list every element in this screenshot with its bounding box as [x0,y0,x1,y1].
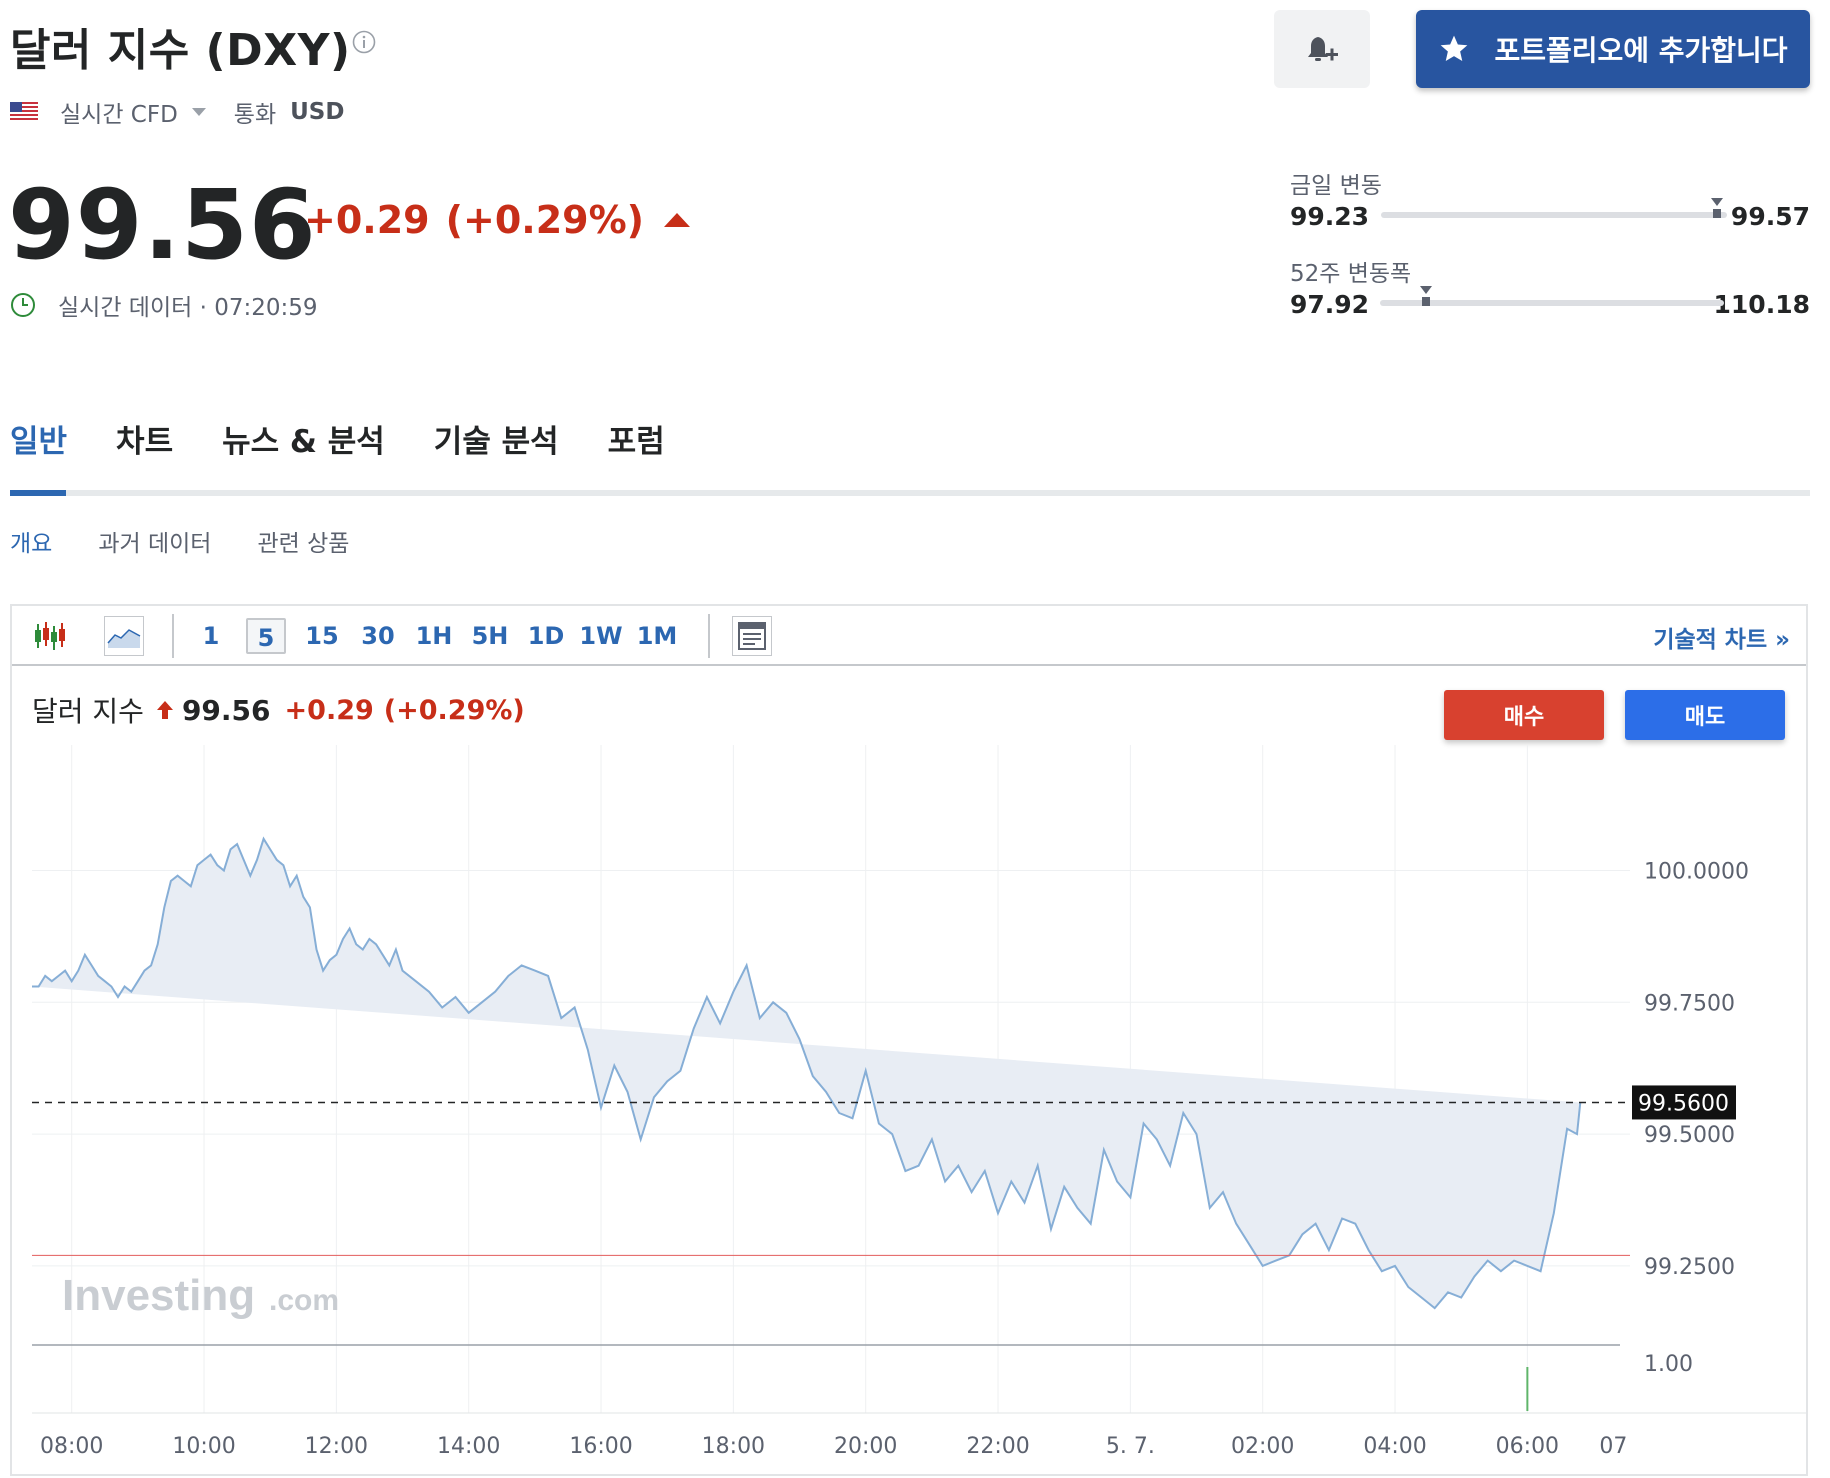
x-tick-label: 5. 7. [1106,1434,1155,1459]
change-value: +0.29 [304,198,430,242]
week52-range-low: 97.92 [1290,290,1370,319]
tab-forum[interactable]: 포럼 [608,416,665,461]
current-price-label: 99.5600 [1638,1091,1729,1116]
week52-range-pointer [1420,286,1433,294]
subtab-historical-data[interactable]: 과거 데이터 [98,524,211,558]
y-tick-label: 99.7500 [1644,991,1735,1016]
area-chart-icon[interactable] [104,616,144,656]
timeframe-15[interactable]: 15 [300,618,344,654]
day-range-bar [1381,198,1727,218]
up-arrow-icon [664,213,691,227]
currency-label: 통화 [233,102,277,128]
price-change: +0.29 (+0.29%) [304,198,691,242]
investing-watermark: Investing [62,1271,255,1320]
toolbar-separator [172,614,174,658]
x-tick-label: 02:00 [1231,1434,1294,1459]
us-flag-icon [10,102,38,122]
chart-title: 달러 지수 99.56 +0.29 (+0.29%) [32,690,525,730]
technical-chart-link[interactable]: 기술적 차트 » [1653,620,1790,654]
realtime-status: 실시간 데이터 · 07:20:59 [10,288,318,322]
alert-button[interactable] [1274,10,1370,88]
timeframe-1d[interactable]: 1D [524,618,568,654]
star-icon [1441,35,1468,61]
sell-button[interactable]: 매도 [1625,690,1785,740]
x-tick-label: 07 [1599,1434,1627,1459]
market-type-label[interactable]: 실시간 CFD [60,95,178,129]
y-tick-label: 100.0000 [1644,859,1749,884]
y-tick-label: 99.5000 [1644,1123,1735,1148]
tab-divider [10,490,1810,496]
chart-price: 99.56 [181,693,271,727]
day-range-high: 99.57 [1730,202,1810,231]
timeframe-5h[interactable]: 5H [468,618,512,654]
price-chart[interactable]: 08:00 10:00 12:00 14:00 16:00 18:00 20:00 22:00… [12,745,1806,1474]
x-tick-label: 10:00 [172,1434,235,1459]
week52-range-high: 110.18 [1713,290,1810,319]
x-tick-label: 12:00 [305,1434,368,1459]
x-tick-label: 08:00 [40,1434,103,1459]
timeframe-30[interactable]: 30 [356,618,400,654]
clock-icon [11,293,35,317]
day-range-pointer [1710,198,1723,206]
main-tabs: 일반 차트 뉴스 & 분석 기술 분석 포럼 [10,416,665,461]
chart-change-percent: (+0.29%) [383,694,525,726]
info-circle-icon[interactable] [352,30,376,54]
chart-change: +0.29 [284,694,374,726]
currency-value: USD [290,99,345,125]
x-tick-label: 04:00 [1363,1434,1426,1459]
timeframe-1[interactable]: 1 [196,618,226,654]
investing-watermark-suffix: .com [269,1284,339,1317]
last-price: 99.56 [8,169,317,281]
day-range-marker [1712,209,1721,218]
change-percent: (+0.29%) [445,198,645,242]
buy-button[interactable]: 매수 [1444,690,1604,740]
up-arrow-icon [156,701,173,719]
add-to-portfolio-button[interactable]: 포트폴리오에 추가합니다 [1416,10,1810,88]
day-range-label: 금일 변동 [1290,173,1382,199]
tab-technical-analysis[interactable]: 기술 분석 [434,416,559,461]
week52-range-bar [1380,286,1724,306]
week52-range-label: 52주 변동폭 [1290,261,1412,287]
chevron-down-icon[interactable] [191,108,206,116]
candlestick-chart-icon[interactable] [30,616,70,656]
instrument-meta: 실시간 CFD 통화 USD [10,95,345,129]
add-to-portfolio-label: 포트폴리오에 추가합니다 [1494,34,1788,67]
tab-chart[interactable]: 차트 [116,416,173,461]
y-tick-label: 99.2500 [1644,1255,1735,1280]
x-tick-label: 20:00 [834,1434,897,1459]
tab-general[interactable]: 일반 [10,416,67,461]
chart-layout-icon[interactable] [732,616,772,656]
x-tick-label: 16:00 [569,1434,632,1459]
subtab-overview[interactable]: 개요 [10,524,52,558]
bell-plus-icon [1308,37,1338,61]
x-tick-label: 18:00 [702,1434,765,1459]
price-area [32,838,1581,1309]
active-tab-indicator [10,490,66,496]
tab-news-analysis[interactable]: 뉴스 & 분석 [222,416,385,461]
chart-instrument-name: 달러 지수 [32,695,144,728]
realtime-text: 실시간 데이터 · 07:20:59 [58,295,318,321]
x-tick-label: 06:00 [1496,1434,1559,1459]
volume-tick-label: 1.00 [1644,1352,1693,1377]
timeframe-1m[interactable]: 1M [634,618,680,654]
week52-range-marker [1422,297,1431,306]
subtab-related-products[interactable]: 관련 상품 [257,524,349,558]
day-range-low: 99.23 [1290,202,1370,231]
timeframe-5[interactable]: 5 [246,618,286,654]
toolbar-separator [708,614,710,658]
timeframe-1h[interactable]: 1H [412,618,456,654]
x-tick-label: 22:00 [966,1434,1029,1459]
page-title: 달러 지수 (DXY) [10,25,351,76]
timeframe-1w[interactable]: 1W [578,618,624,654]
sub-tabs: 개요 과거 데이터 관련 상품 [10,524,349,558]
x-tick-label: 14:00 [437,1434,500,1459]
